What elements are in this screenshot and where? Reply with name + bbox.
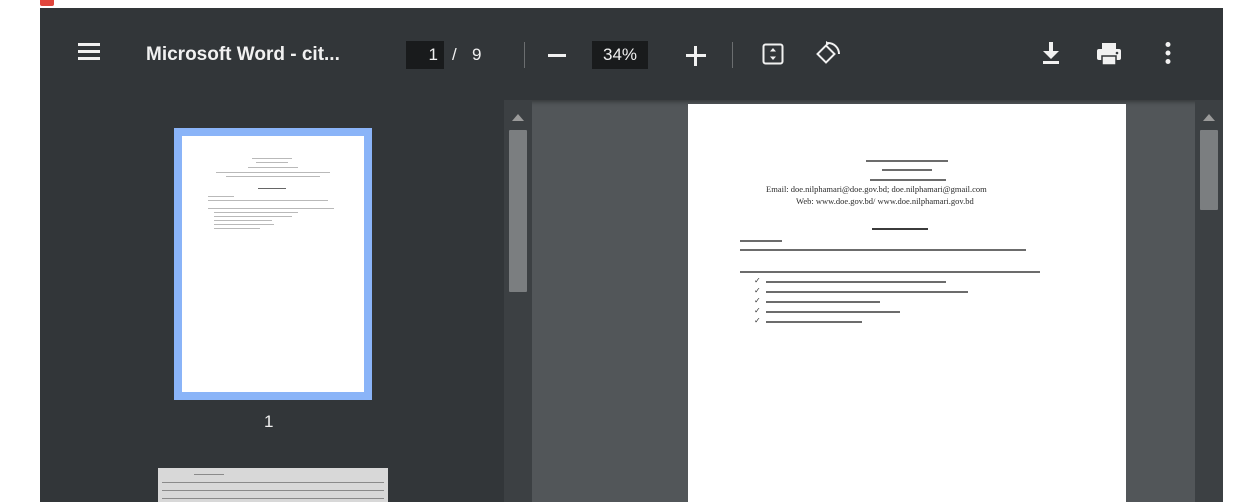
toolbar-divider xyxy=(732,42,733,68)
page-separator: / xyxy=(452,45,457,64)
email-line: Email: doe.nilphamari@doe.gov.bd; doe.ni… xyxy=(766,184,987,194)
scroll-up-arrow-icon[interactable] xyxy=(512,114,524,121)
page-thumbnail[interactable] xyxy=(174,128,372,400)
pdf-viewer: Microsoft Word - cit... 1 / 9 34% 1 Emai… xyxy=(40,8,1223,502)
pdf-toolbar: Microsoft Word - cit... 1 / 9 34% xyxy=(40,8,1223,100)
print-icon[interactable] xyxy=(1096,42,1122,66)
more-vertical-icon[interactable] xyxy=(1164,41,1172,65)
rotate-icon[interactable] xyxy=(814,40,842,68)
scroll-up-arrow-icon[interactable] xyxy=(1203,114,1215,121)
hamburger-menu-icon[interactable] xyxy=(78,43,100,61)
browser-tab-strip xyxy=(0,0,1257,8)
thumbnail-page-preview xyxy=(182,136,364,392)
web-line: Web: www.doe.gov.bd/ www.doe.nilphamari.… xyxy=(796,196,974,206)
pdf-page: Email: doe.nilphamari@doe.gov.bd; doe.ni… xyxy=(688,104,1126,502)
sidebar-scroll-thumb[interactable] xyxy=(509,130,527,292)
toolbar-divider xyxy=(524,42,525,68)
document-scroll-thumb[interactable] xyxy=(1200,130,1218,210)
document-title: Microsoft Word - cit... xyxy=(146,44,340,65)
page-thumbnail[interactable] xyxy=(158,468,388,502)
download-icon[interactable] xyxy=(1040,41,1062,65)
total-pages: 9 xyxy=(472,45,482,64)
plus-icon[interactable] xyxy=(686,46,706,66)
minus-icon[interactable] xyxy=(548,54,566,57)
thumbnail-sidebar: 1 xyxy=(40,100,504,502)
fit-to-page-icon[interactable] xyxy=(762,43,784,65)
document-scrollbar[interactable] xyxy=(1195,100,1223,502)
thumbnail-page-number: 1 xyxy=(264,412,274,431)
pdf-favicon-icon xyxy=(40,0,54,6)
zoom-level-input[interactable]: 34% xyxy=(592,41,648,69)
sidebar-scrollbar[interactable] xyxy=(504,100,532,502)
current-page-input[interactable]: 1 xyxy=(406,41,444,69)
